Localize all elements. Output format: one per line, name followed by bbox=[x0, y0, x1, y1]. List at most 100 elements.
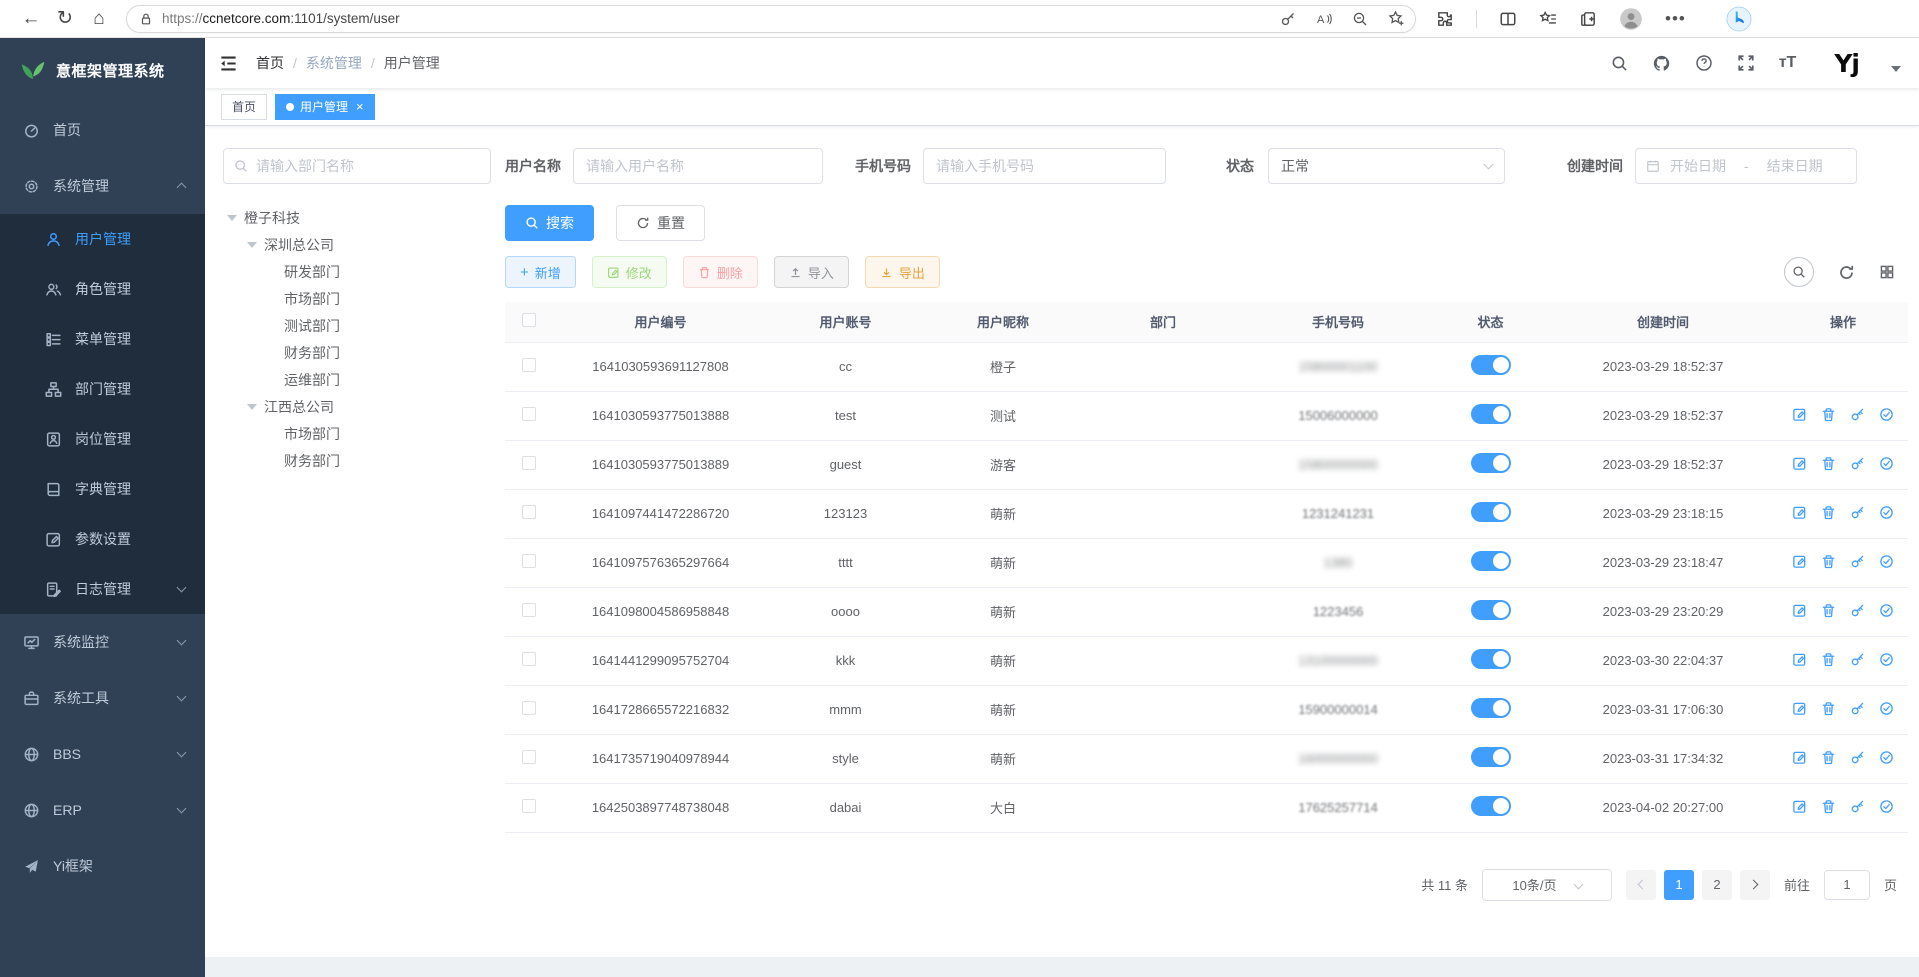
username-input[interactable] bbox=[573, 148, 823, 184]
row-checkbox[interactable] bbox=[522, 456, 536, 470]
select-all-checkbox[interactable] bbox=[522, 313, 536, 327]
delete-icon[interactable] bbox=[1821, 505, 1836, 520]
status-toggle[interactable] bbox=[1471, 747, 1511, 767]
delete-icon[interactable] bbox=[1821, 652, 1836, 667]
status-toggle[interactable] bbox=[1471, 600, 1511, 620]
status-toggle[interactable] bbox=[1471, 649, 1511, 669]
back-icon[interactable]: ← bbox=[14, 9, 48, 28]
edit-icon[interactable] bbox=[1792, 554, 1807, 569]
edit-icon[interactable] bbox=[1792, 456, 1807, 471]
sidebar-item-tool[interactable]: 系统工具 bbox=[0, 670, 205, 726]
assign-role-icon[interactable] bbox=[1879, 407, 1894, 422]
reset-password-icon[interactable] bbox=[1850, 603, 1865, 618]
row-checkbox[interactable] bbox=[522, 799, 536, 813]
edit-icon[interactable] bbox=[1792, 701, 1807, 716]
tree-expand-icon[interactable] bbox=[227, 215, 237, 221]
edit-icon[interactable] bbox=[1792, 799, 1807, 814]
assign-role-icon[interactable] bbox=[1879, 554, 1894, 569]
favorites-icon[interactable] bbox=[1539, 10, 1557, 28]
sidebar-item-dept[interactable]: 部门管理 bbox=[0, 364, 205, 414]
sidebar-item-erp[interactable]: ERP bbox=[0, 782, 205, 838]
reset-password-icon[interactable] bbox=[1850, 456, 1865, 471]
font-size-icon[interactable]: тT bbox=[1779, 54, 1797, 72]
fullscreen-icon[interactable] bbox=[1737, 54, 1755, 72]
edit-icon[interactable] bbox=[1792, 407, 1807, 422]
row-checkbox[interactable] bbox=[522, 358, 536, 372]
sidebar-item-role[interactable]: 角色管理 bbox=[0, 264, 205, 314]
delete-icon[interactable] bbox=[1821, 554, 1836, 569]
status-toggle[interactable] bbox=[1471, 698, 1511, 718]
edit-icon[interactable] bbox=[1792, 652, 1807, 667]
edit-button[interactable]: 修改 bbox=[592, 256, 667, 288]
export-button[interactable]: 导出 bbox=[865, 256, 940, 288]
goto-page-input[interactable] bbox=[1824, 870, 1870, 900]
reset-button[interactable]: 重置 bbox=[616, 205, 705, 241]
import-button[interactable]: 导入 bbox=[774, 256, 849, 288]
delete-icon[interactable] bbox=[1821, 456, 1836, 471]
sidebar-item-monitor[interactable]: 系统监控 bbox=[0, 614, 205, 670]
sidebar-item-post[interactable]: 岗位管理 bbox=[0, 414, 205, 464]
row-checkbox[interactable] bbox=[522, 505, 536, 519]
reset-password-icon[interactable] bbox=[1850, 701, 1865, 716]
sidebar-item-bbs[interactable]: BBS bbox=[0, 726, 205, 782]
reset-password-icon[interactable] bbox=[1850, 554, 1865, 569]
bing-chat-icon[interactable] bbox=[1726, 6, 1752, 32]
delete-icon[interactable] bbox=[1821, 799, 1836, 814]
profile-avatar[interactable] bbox=[1619, 7, 1643, 31]
status-toggle[interactable] bbox=[1471, 355, 1511, 375]
reset-password-icon[interactable] bbox=[1850, 799, 1865, 814]
sidebar-item-user[interactable]: 用户管理 bbox=[0, 214, 205, 264]
tree-expand-icon[interactable] bbox=[247, 404, 257, 410]
assign-role-icon[interactable] bbox=[1879, 456, 1894, 471]
sidebar-item-yi[interactable]: Yi框架 bbox=[0, 838, 205, 894]
sidebar-item-dict[interactable]: 字典管理 bbox=[0, 464, 205, 514]
delete-icon[interactable] bbox=[1821, 701, 1836, 716]
reset-password-icon[interactable] bbox=[1850, 505, 1865, 520]
tag-home[interactable]: 首页 bbox=[221, 94, 267, 120]
tree-node[interactable]: 深圳总公司 bbox=[223, 231, 491, 258]
app-logo[interactable]: 意框架管理系统 bbox=[0, 38, 205, 102]
tag-user-management[interactable]: 用户管理 × bbox=[275, 94, 375, 120]
sidebar-item-log[interactable]: 日志管理 bbox=[0, 564, 205, 614]
tree-node[interactable]: 研发部门 bbox=[223, 258, 491, 285]
settings-menu-icon[interactable]: ••• bbox=[1665, 9, 1686, 29]
user-avatar-logo[interactable]: Yj bbox=[1834, 49, 1859, 78]
tree-node[interactable]: 橙子科技 bbox=[223, 204, 491, 231]
tree-node[interactable]: 财务部门 bbox=[223, 447, 491, 474]
sidebar-item-param[interactable]: 参数设置 bbox=[0, 514, 205, 564]
status-toggle[interactable] bbox=[1471, 404, 1511, 424]
breadcrumb-home[interactable]: 首页 bbox=[256, 53, 284, 73]
assign-role-icon[interactable] bbox=[1879, 505, 1894, 520]
sidebar-item-home[interactable]: 首页 bbox=[0, 102, 205, 158]
sidebar-item-system[interactable]: 系统管理 bbox=[0, 158, 205, 214]
refresh-table-icon[interactable] bbox=[1838, 264, 1855, 281]
status-select[interactable]: 正常 bbox=[1268, 148, 1505, 184]
add-button[interactable]: +新增 bbox=[505, 256, 576, 288]
collections-icon[interactable] bbox=[1579, 10, 1597, 28]
row-checkbox[interactable] bbox=[522, 701, 536, 715]
github-icon[interactable] bbox=[1652, 54, 1671, 73]
split-screen-icon[interactable] bbox=[1499, 10, 1517, 28]
prev-page-button[interactable] bbox=[1626, 870, 1656, 900]
assign-role-icon[interactable] bbox=[1879, 652, 1894, 667]
tree-node[interactable]: 市场部门 bbox=[223, 420, 491, 447]
date-range-picker[interactable]: 开始日期 - 结束日期 bbox=[1635, 148, 1857, 184]
assign-role-icon[interactable] bbox=[1879, 799, 1894, 814]
home-icon[interactable]: ⌂ bbox=[82, 9, 116, 28]
refresh-icon[interactable]: ↻ bbox=[48, 9, 82, 28]
status-toggle[interactable] bbox=[1471, 453, 1511, 473]
reset-password-icon[interactable] bbox=[1850, 652, 1865, 667]
delete-icon[interactable] bbox=[1821, 407, 1836, 422]
row-checkbox[interactable] bbox=[522, 603, 536, 617]
reset-password-icon[interactable] bbox=[1850, 750, 1865, 765]
row-checkbox[interactable] bbox=[522, 652, 536, 666]
close-icon[interactable]: × bbox=[356, 99, 364, 114]
help-icon[interactable] bbox=[1695, 54, 1713, 72]
next-page-button[interactable] bbox=[1740, 870, 1770, 900]
edit-icon[interactable] bbox=[1792, 750, 1807, 765]
delete-button[interactable]: 删除 bbox=[683, 256, 758, 288]
status-toggle[interactable] bbox=[1471, 796, 1511, 816]
assign-role-icon[interactable] bbox=[1879, 603, 1894, 618]
tree-node[interactable]: 测试部门 bbox=[223, 312, 491, 339]
search-toggle-icon[interactable] bbox=[1784, 257, 1814, 287]
